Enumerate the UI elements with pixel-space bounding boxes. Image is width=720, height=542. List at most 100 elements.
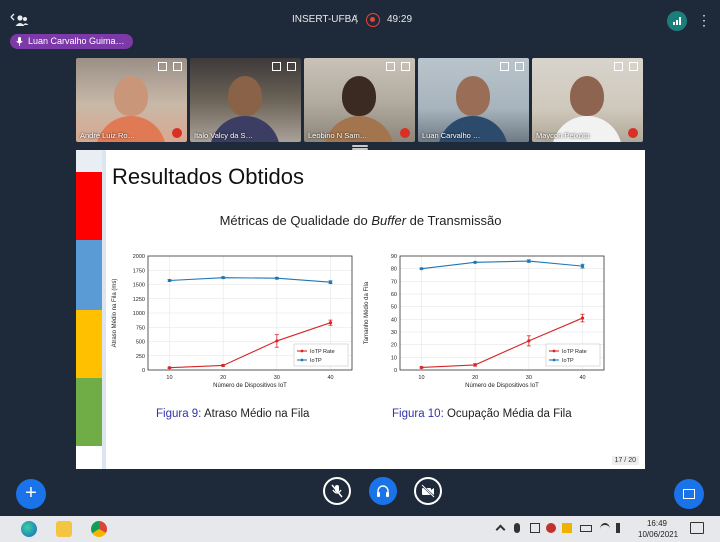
pin-icon[interactable] (272, 62, 281, 71)
series-line (169, 277, 331, 283)
figure-number: Figura 10: (392, 408, 444, 420)
fullscreen-icon[interactable] (173, 62, 182, 71)
x-tick-label: 20 (220, 375, 226, 381)
data-point (419, 267, 424, 271)
subtitle-text: Métricas de Qualidade do (219, 213, 368, 228)
layout-button[interactable] (674, 479, 704, 509)
subtitle-text: de Transmissão (409, 213, 502, 228)
legend-marker (552, 349, 556, 353)
meeting-timer: 49:29 (387, 14, 413, 25)
pin-icon[interactable] (158, 62, 167, 71)
headphones-icon (377, 485, 389, 497)
subtitle-italic: Buffer (371, 213, 407, 228)
presenter-name: Luan Carvalho Guima… (28, 36, 125, 46)
resize-handle-icon[interactable] (352, 145, 368, 147)
data-point (275, 339, 279, 343)
x-tick-label: 40 (327, 375, 333, 381)
legend-marker (300, 358, 304, 362)
volume-icon[interactable] (616, 523, 624, 533)
pin-icon[interactable] (500, 62, 509, 71)
add-button[interactable]: + (16, 479, 46, 509)
x-axis-label: Número de Dispositivos IoT (465, 383, 539, 389)
participant-tile[interactable]: Maycon Peixoto (532, 58, 643, 142)
fullscreen-icon[interactable] (287, 62, 296, 71)
notification-icon[interactable] (690, 522, 704, 534)
camera-off-icon (421, 484, 435, 498)
fullscreen-icon[interactable] (401, 62, 410, 71)
meeting-name: INSERT-UFBA (292, 14, 358, 25)
participant-tile[interactable]: Leobino N Sam… (304, 58, 415, 142)
system-clock[interactable]: 16:49 10/06/2021 (638, 518, 678, 540)
x-tick-label: 40 (579, 375, 585, 381)
chevron-up-icon[interactable] (495, 524, 506, 535)
edge-browser-icon[interactable] (21, 521, 37, 537)
y-tick-label: 40 (391, 317, 397, 323)
sidebar-stripe (76, 150, 102, 172)
mail-tray-icon[interactable] (546, 523, 556, 533)
queue-size-chart: 0 10 20 30 40 50 60 70 80 90 10 20 30 40 Número de Dis… (364, 254, 605, 389)
y-tick-label: 2000 (133, 254, 145, 260)
x-tick-label: 20 (472, 375, 478, 381)
participant-strip: André Luiz Ro… Italo Valcy da S… Leobino… (76, 58, 644, 142)
y-tick-label: 30 (391, 330, 397, 336)
data-point (473, 363, 477, 367)
os-taskbar: 16:49 10/06/2021 (0, 516, 720, 542)
microphone-icon (16, 37, 23, 46)
y-tick-label: 10 (391, 355, 397, 361)
fullscreen-icon[interactable] (515, 62, 524, 71)
x-tick-label: 10 (166, 375, 172, 381)
figure-text: Ocupação Média da Fila (446, 408, 572, 420)
x-tick-label: 30 (526, 375, 532, 381)
wifi-icon[interactable] (600, 523, 610, 535)
participant-tile[interactable]: Italo Valcy da S… (190, 58, 301, 142)
y-tick-label: 80 (391, 267, 397, 273)
mic-toggle-button[interactable] (323, 477, 351, 505)
more-options-icon[interactable]: ⋮ (697, 11, 711, 31)
connection-status-button[interactable] (667, 11, 687, 31)
y-tick-label: 250 (136, 354, 145, 360)
data-point (473, 260, 477, 264)
y-axis-label: Tamanho Médio da Fila (364, 281, 370, 344)
pin-icon[interactable] (386, 62, 395, 71)
data-point (221, 363, 225, 368)
y-tick-label: 1000 (133, 311, 145, 317)
queue-delay-chart: 0 250 500 750 1000 1250 1500 1750 2000 10 20 30 40 Nú… (112, 254, 353, 389)
recording-icon (366, 13, 380, 27)
x-tick-label: 10 (418, 375, 424, 381)
chrome-browser-icon[interactable] (91, 521, 107, 537)
clock-time: 16:49 (646, 519, 668, 528)
y-tick-label: 0 (142, 368, 145, 374)
participant-name: Italo Valcy da S… (194, 131, 254, 140)
pin-icon[interactable] (614, 62, 623, 71)
y-axis-label: Atraso Médio na Fila (ms) (112, 279, 118, 348)
figure-caption: Figura 9: Atraso Médio na Fila (156, 408, 309, 420)
app-tray-icon[interactable] (562, 523, 572, 533)
data-point (527, 339, 531, 343)
sidebar-stripe (76, 172, 102, 240)
app-tray-icon[interactable] (530, 523, 540, 533)
participant-name: André Luiz Ro… (80, 131, 136, 140)
y-tick-label: 20 (391, 343, 397, 349)
y-tick-label: 90 (391, 254, 397, 260)
sidebar-stripe (76, 240, 102, 310)
presenter-badge: Luan Carvalho Guima… (10, 34, 133, 49)
battery-icon[interactable] (580, 525, 592, 532)
audio-button[interactable] (369, 477, 397, 505)
sidebar-stripe (76, 378, 102, 446)
data-point (419, 365, 424, 370)
participants-icon[interactable] (10, 13, 30, 29)
muted-mic-icon (628, 128, 638, 138)
participant-tile[interactable]: André Luiz Ro… (76, 58, 187, 142)
data-point (328, 321, 333, 325)
fullscreen-icon[interactable] (629, 62, 638, 71)
data-point (167, 278, 172, 283)
file-explorer-icon[interactable] (56, 521, 72, 537)
mic-off-icon (331, 484, 343, 498)
camera-toggle-button[interactable] (414, 477, 442, 505)
participant-tile-active-speaker[interactable]: Luan Carvalho … (418, 58, 529, 142)
muted-mic-icon (400, 128, 410, 138)
data-point (167, 366, 172, 370)
muted-mic-icon (172, 128, 182, 138)
legend-label: IoTP (562, 358, 574, 364)
microphone-tray-icon[interactable] (514, 523, 520, 533)
